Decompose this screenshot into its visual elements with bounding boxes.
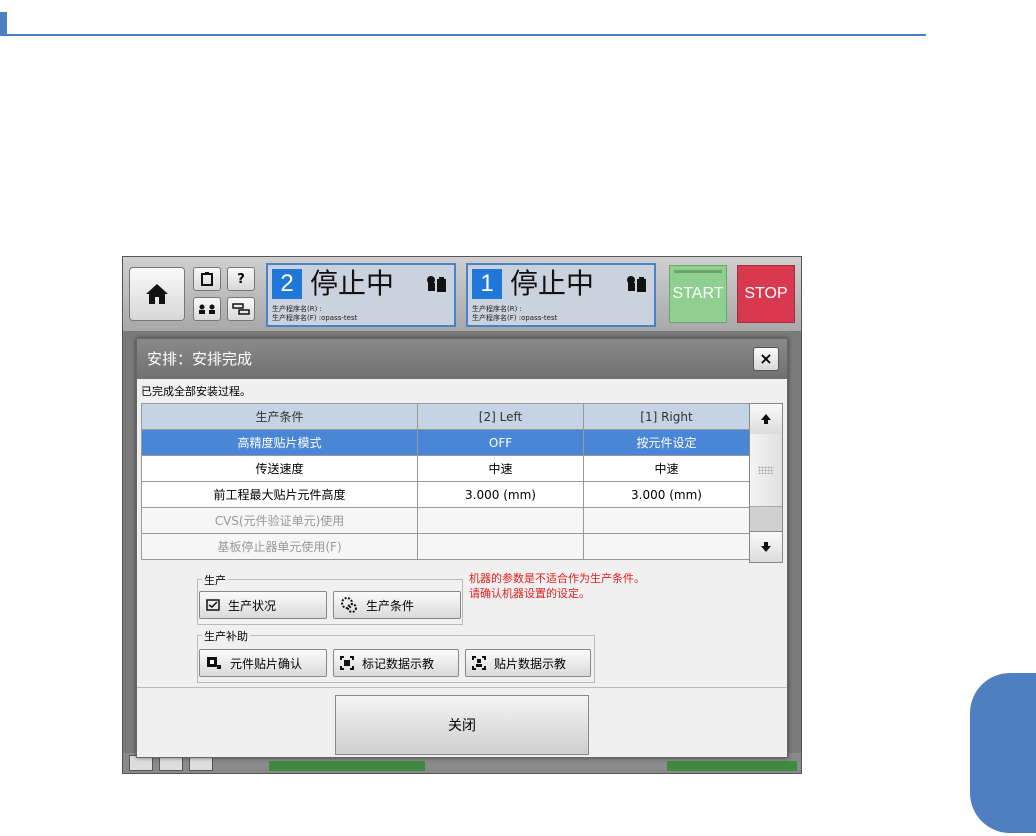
checkbox-icon [206,599,220,611]
lane-number: 1 [472,269,502,299]
home-icon [146,284,168,304]
program-front: 生产程序名(F) :opass-test [272,314,358,322]
warning-message: 机器的参数是不适合作为生产条件。 请确认机器设置的设定。 [469,571,645,601]
lane-number: 2 [272,269,302,299]
lane-state: 停止中 [310,267,395,300]
background-indicator [667,761,797,771]
target-icon [340,656,354,670]
button-label: 贴片数据示教 [494,656,567,671]
background-indicator [269,761,425,771]
home-button[interactable] [129,267,185,321]
clipboard-icon [201,272,213,286]
component-check-icon [207,657,221,669]
left-value: 中速 [417,455,584,482]
lane-state: 停止中 [510,267,595,300]
operator-clipboard-icon [427,276,446,292]
button-label: 生产状况 [228,598,277,613]
left-value: 3.000 (mm) [417,481,584,508]
right-value: 3.000 (mm) [583,481,750,508]
table-row[interactable]: CVS(元件验证单元)使用 [141,507,750,534]
lane-2-status[interactable]: 2 停止中 生产程序名(R) : 生产程序名(F) :opass-test [266,263,456,327]
group-label: 生产补助 [202,628,250,644]
operator-clipboard-icon [627,276,646,292]
table-row[interactable]: 传送速度 中速 中速 [141,455,750,482]
placement-target-icon [472,656,486,670]
arrangement-dialog: 安排：安排完成 × 已完成全部安装过程。 生产条件 [2] Left [1] R… [136,338,788,758]
conditions-table: 生产条件 [2] Left [1] Right 高精度贴片模式 OFF 按元件设… [141,403,750,560]
lane-program: 生产程序名(R) : 生产程序名(F) :opass-test [272,305,357,323]
stop-button[interactable]: STOP [737,265,795,323]
dialog-close-button[interactable]: × [753,347,779,371]
right-value [583,507,750,534]
table-row[interactable]: 基板停止器单元使用(F) [141,533,750,560]
right-value: 中速 [583,455,750,482]
page-marker [0,12,7,36]
mark-data-teach-button[interactable]: 标记数据示教 [333,649,459,677]
program-rear: 生产程序名(R) : [472,305,522,313]
table-header: 生产条件 [2] Left [1] Right [141,403,750,430]
operation-button[interactable] [193,267,221,291]
help-icon: ? [237,271,245,287]
start-button[interactable]: START [669,265,727,323]
grip-icon [758,466,774,474]
condition-name: CVS(元件验证单元)使用 [141,507,418,534]
warning-line: 机器的参数是不适合作为生产条件。 [469,572,645,585]
warning-line: 请确认机器设置的设定。 [469,587,590,600]
network-button[interactable] [227,297,255,321]
component-placement-check-button[interactable]: 元件贴片确认 [199,649,327,677]
production-condition-button[interactable]: 生产条件 [333,591,461,619]
button-label: 标记数据示教 [362,656,435,671]
lane-program: 生产程序名(R) : 生产程序名(F) :opass-test [472,305,557,323]
left-value: OFF [417,429,584,456]
scroll-down-button[interactable] [750,531,782,562]
column-header: 生产条件 [141,403,418,430]
condition-name: 前工程最大贴片元件高度 [141,481,418,508]
dialog-title-bar: 安排：安排完成 × [137,339,787,379]
condition-name: 传送速度 [141,455,418,482]
dialog-title: 安排：安排完成 [147,350,253,368]
program-rear: 生产程序名(R) : [272,305,322,313]
placement-data-teach-button[interactable]: 贴片数据示教 [465,649,591,677]
button-label: 生产条件 [366,598,415,613]
button-label: 元件贴片确认 [230,656,303,671]
arrow-up-icon [761,414,771,424]
table-row[interactable]: 前工程最大贴片元件高度 3.000 (mm) 3.000 (mm) [141,481,750,508]
production-status-button[interactable]: 生产状况 [199,591,327,619]
users-icon [199,304,215,314]
close-button[interactable]: 关闭 [335,695,589,755]
operator-button[interactable] [193,297,221,321]
arrow-down-icon [761,542,771,552]
left-value [417,507,584,534]
side-tab [970,673,1036,833]
top-bar: ? 2 停止中 生产程序名(R) : 生产程序名(F) :opass-test … [123,257,801,331]
column-header: [1] Right [583,403,750,430]
completion-message: 已完成全部安装过程。 [141,385,251,398]
right-value [583,533,750,560]
gear-icon [341,597,357,613]
lane-1-status[interactable]: 1 停止中 生产程序名(R) : 生产程序名(F) :opass-test [466,263,656,327]
help-button[interactable]: ? [227,267,255,291]
right-value: 按元件设定 [583,429,750,456]
scroll-up-button[interactable] [750,404,782,435]
left-value [417,533,584,560]
scroll-thumb[interactable] [750,434,782,507]
footer-divider [137,687,787,688]
condition-name: 高精度贴片模式 [141,429,418,456]
column-header: [2] Left [417,403,584,430]
page-rule [0,34,926,36]
group-label: 生产 [202,572,228,588]
program-front: 生产程序名(F) :opass-test [472,314,558,322]
table-row[interactable]: 高精度贴片模式 OFF 按元件设定 [141,429,750,456]
table-scrollbar[interactable] [749,403,783,563]
network-icon [232,303,250,315]
condition-name: 基板停止器单元使用(F) [141,533,418,560]
